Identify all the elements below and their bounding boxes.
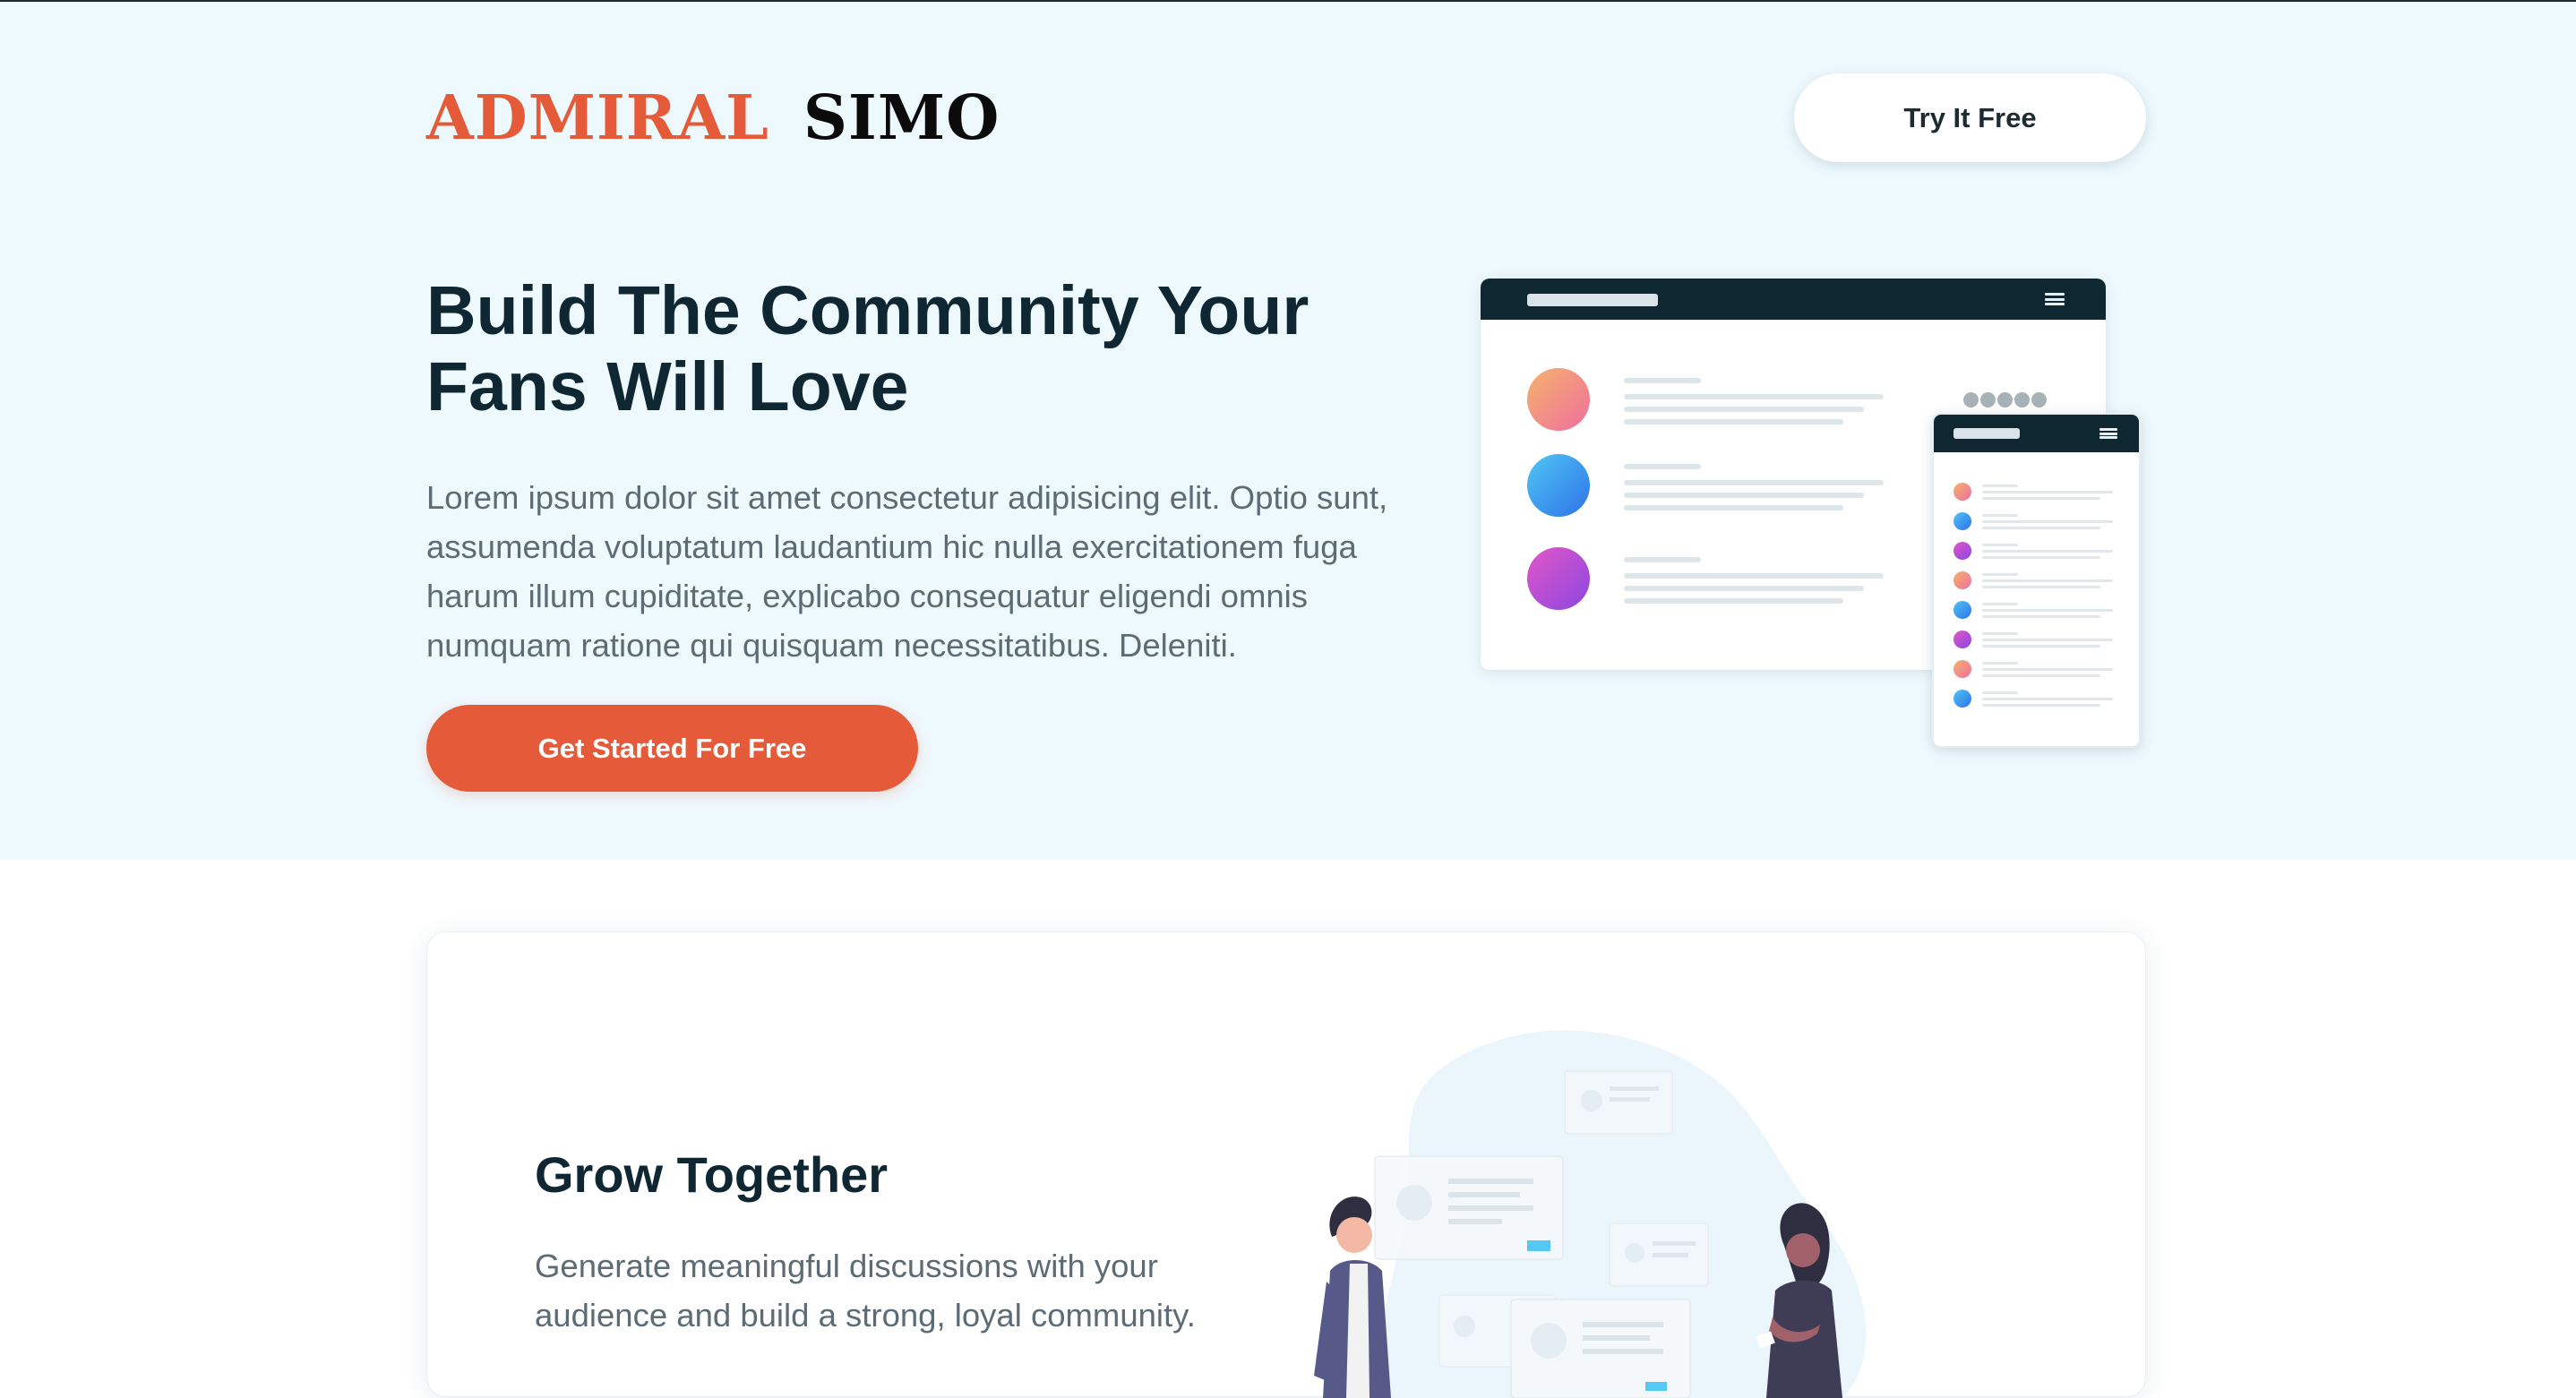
hero-paragraph: Lorem ipsum dolor sit amet consectetur a…	[426, 479, 1388, 664]
avatar	[1953, 483, 1971, 501]
member-list-item	[1953, 482, 2124, 502]
hamburger-menu-icon	[2045, 293, 2065, 305]
avatar	[1953, 660, 1971, 678]
member-list-item	[1953, 659, 2124, 679]
member-list-item	[1953, 511, 2124, 531]
reaction-dot	[1963, 392, 1979, 407]
reaction-dot	[1980, 392, 1996, 407]
hero-title-line-2: Fans Will Love	[426, 348, 909, 425]
mockup-title-bar	[1481, 279, 2106, 320]
logo[interactable]: ADMIRAL SIMO	[426, 82, 1000, 154]
get-started-button[interactable]: Get Started For Free	[426, 705, 918, 792]
avatar	[1953, 542, 1971, 560]
mockup-side-title-placeholder	[1953, 428, 2020, 439]
mockup-side-title-bar	[1934, 415, 2139, 452]
reaction-dot	[2014, 392, 2030, 407]
member-list-item	[1953, 570, 2124, 590]
avatar	[1953, 512, 1971, 530]
avatar	[1953, 571, 1971, 589]
try-it-free-button[interactable]: Try It Free	[1794, 73, 2146, 162]
member-list-item	[1953, 689, 2124, 708]
member-list-item	[1953, 630, 2124, 649]
avatar	[1953, 690, 1971, 708]
member-list-item	[1953, 541, 2124, 561]
avatar	[1527, 547, 1590, 610]
feature-card-grow-together: Grow Together Generate meaningful discus…	[426, 931, 2146, 1398]
logo-word-admiral: ADMIRAL	[426, 82, 769, 154]
hero-title-line-1: Build The Community Your	[426, 272, 1309, 349]
avatar	[1953, 601, 1971, 619]
avatar	[1527, 368, 1590, 431]
hero-title: Build The Community Your Fans Will Love	[426, 273, 1376, 425]
logo-word-simo: SIMO	[803, 82, 1000, 154]
reaction-dot	[1997, 392, 2013, 407]
reaction-dot	[2031, 392, 2047, 407]
feature-paragraph: Generate meaningful discussions with you…	[535, 1248, 1196, 1334]
hero-section: ADMIRAL SIMO Try It Free Build The Commu…	[0, 2, 2576, 860]
avatar	[1527, 454, 1590, 517]
hamburger-menu-icon	[2099, 428, 2117, 439]
community-mockup-side-window	[1932, 413, 2141, 748]
mockup-title-placeholder	[1527, 294, 1658, 306]
feature-title: Grow Together	[535, 1146, 889, 1203]
people-discussion-illustration	[1314, 1030, 1867, 1398]
member-list-item	[1953, 600, 2124, 620]
avatar	[1953, 630, 1971, 648]
